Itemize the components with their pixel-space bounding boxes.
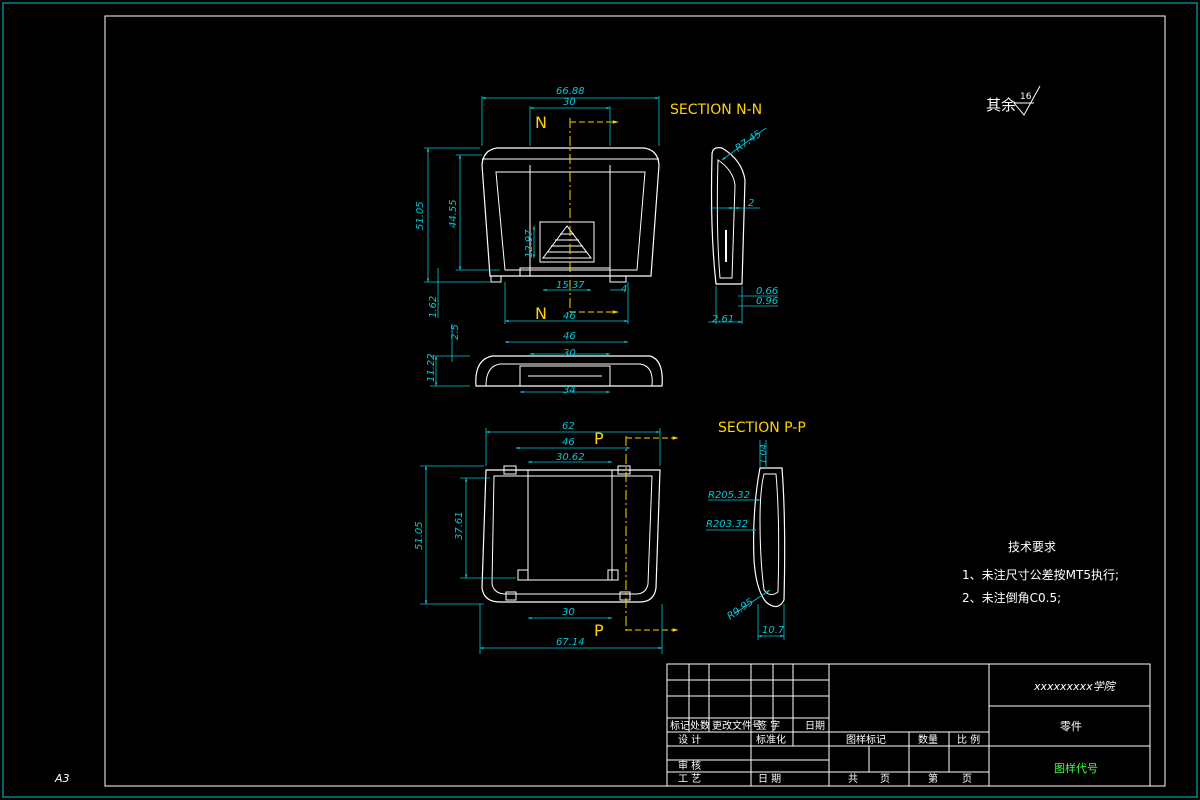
dim-plan-inner-width: 30.62 xyxy=(556,452,585,463)
section-marker-n-top: N xyxy=(535,113,547,132)
dim-rib-width: 15.37 xyxy=(556,280,585,291)
section-n-view: SECTION N-N R7.45 2 0.66 0.96 2.61 xyxy=(670,102,778,325)
tb-part-name: 零件 xyxy=(1060,720,1082,733)
tb-review: 审 核 xyxy=(678,759,701,772)
dim-bottom-step: 2.5 xyxy=(450,324,461,340)
tb-company: xxxxxxxxx学院 xyxy=(1033,680,1117,693)
tech-item-2: 2、未注倒角C0.5; xyxy=(962,590,1061,605)
tb-sign: 签 字 xyxy=(757,719,780,732)
tb-mark: 标记 xyxy=(670,720,690,732)
tb-date-col: 日期 xyxy=(805,720,825,732)
dim-section-n-radius: R7.45 xyxy=(733,129,763,155)
drawing-frame xyxy=(104,15,1166,787)
dim-overall-height: 51.05 xyxy=(415,201,426,230)
dim-bottom-inner: 30 xyxy=(563,348,576,359)
tb-page2: 页 xyxy=(962,773,972,785)
tb-drawing-no: 图样代号 xyxy=(1054,761,1098,775)
roughness-prefix: 其余 xyxy=(986,96,1016,114)
tb-design: 设 计 xyxy=(678,733,701,746)
sheet-size-label: A3 xyxy=(54,772,70,785)
section-marker-p-bottom: P xyxy=(594,621,604,640)
tech-title: 技术要求 xyxy=(1008,540,1056,554)
dim-bottom-height: 11.22 xyxy=(426,353,437,382)
cad-drawing-canvas: A3 其余 16 N N 66.88 30 51.05 44.55 1.62 1… xyxy=(2,2,1198,798)
section-marker-n-bottom: N xyxy=(535,304,547,323)
tech-item-1: 1、未注尺寸公差按MT5执行; xyxy=(962,567,1119,582)
front-bottom-tab xyxy=(519,267,611,277)
dim-section-n-d3: 2.61 xyxy=(712,314,734,325)
tb-count: 处数 xyxy=(690,719,710,732)
dim-section-p-r-inner: R203.32 xyxy=(706,519,748,530)
dim-inner-height: 44.55 xyxy=(448,199,459,228)
front-triangle-rib xyxy=(542,225,592,259)
dim-plan-overall-height: 51.05 xyxy=(414,521,425,550)
section-n-profile xyxy=(710,147,746,285)
dim-plan-mid-width: 46 xyxy=(562,437,575,448)
tb-date: 日 期 xyxy=(758,773,781,785)
tb-total: 共 xyxy=(848,773,858,785)
tb-process: 工 艺 xyxy=(678,773,701,785)
dim-section-p-top: 1.04 xyxy=(759,444,769,464)
dim-section-p-width: 10.7 xyxy=(762,625,785,636)
front-view: N N 66.88 30 51.05 44.55 1.62 12.97 15.3… xyxy=(415,86,660,324)
bottom-view: 46 30 34 11.22 2.5 xyxy=(426,324,663,396)
dim-tab-width: 4 xyxy=(621,284,627,295)
tb-change-doc: 更改文件号 xyxy=(712,719,762,732)
dim-section-n-d2: 0.96 xyxy=(756,296,778,307)
bottom-outline xyxy=(475,355,663,387)
technical-requirements: 技术要求 1、未注尺寸公差按MT5执行; 2、未注倒角C0.5; xyxy=(962,540,1119,605)
section-p-title: SECTION P-P xyxy=(718,420,806,436)
plan-view: P P 62 46 30.62 51.05 37.61 30 67.14 xyxy=(414,421,679,654)
dim-section-n-wall: 2 xyxy=(748,198,754,209)
tb-mark-label: 图样标记 xyxy=(846,733,886,746)
section-n-title: SECTION N-N xyxy=(670,102,762,118)
roughness-value: 16 xyxy=(1020,92,1032,102)
dim-section-p-r-outer: R205.32 xyxy=(708,490,750,501)
tb-page: 第 xyxy=(928,772,938,785)
dim-overall-width: 66.88 xyxy=(556,86,585,97)
dim-plan-bottom-width: 30 xyxy=(562,607,575,618)
section-p-view: SECTION P-P 1.04 R205.32 R203.32 R9.95 1… xyxy=(706,420,806,640)
tb-standard: 标准化 xyxy=(756,733,786,746)
dim-inner-width: 30 xyxy=(563,97,576,108)
tb-qty-label: 数量 xyxy=(918,733,938,746)
dim-plan-inner-height: 37.61 xyxy=(454,511,465,540)
dim-bottom-outer: 46 xyxy=(563,331,576,342)
roughness-symbol: 其余 16 xyxy=(986,85,1041,116)
plan-window xyxy=(527,469,613,581)
tb-scale-label: 比 例 xyxy=(957,733,980,746)
dim-base-width: 46 xyxy=(563,311,576,322)
dim-plan-base-width: 67.14 xyxy=(556,637,585,648)
dim-bottom-base: 34 xyxy=(563,385,576,396)
plan-outer-outline xyxy=(481,469,661,603)
dim-rib-height: 12.97 xyxy=(524,229,535,258)
dim-bottom-offset: 1.62 xyxy=(428,296,439,318)
dim-plan-overall-width: 62 xyxy=(562,421,575,432)
dim-section-p-r-corner: R9.95 xyxy=(725,597,755,623)
section-p-profile xyxy=(753,467,786,608)
tb-pages: 页 xyxy=(880,773,890,785)
